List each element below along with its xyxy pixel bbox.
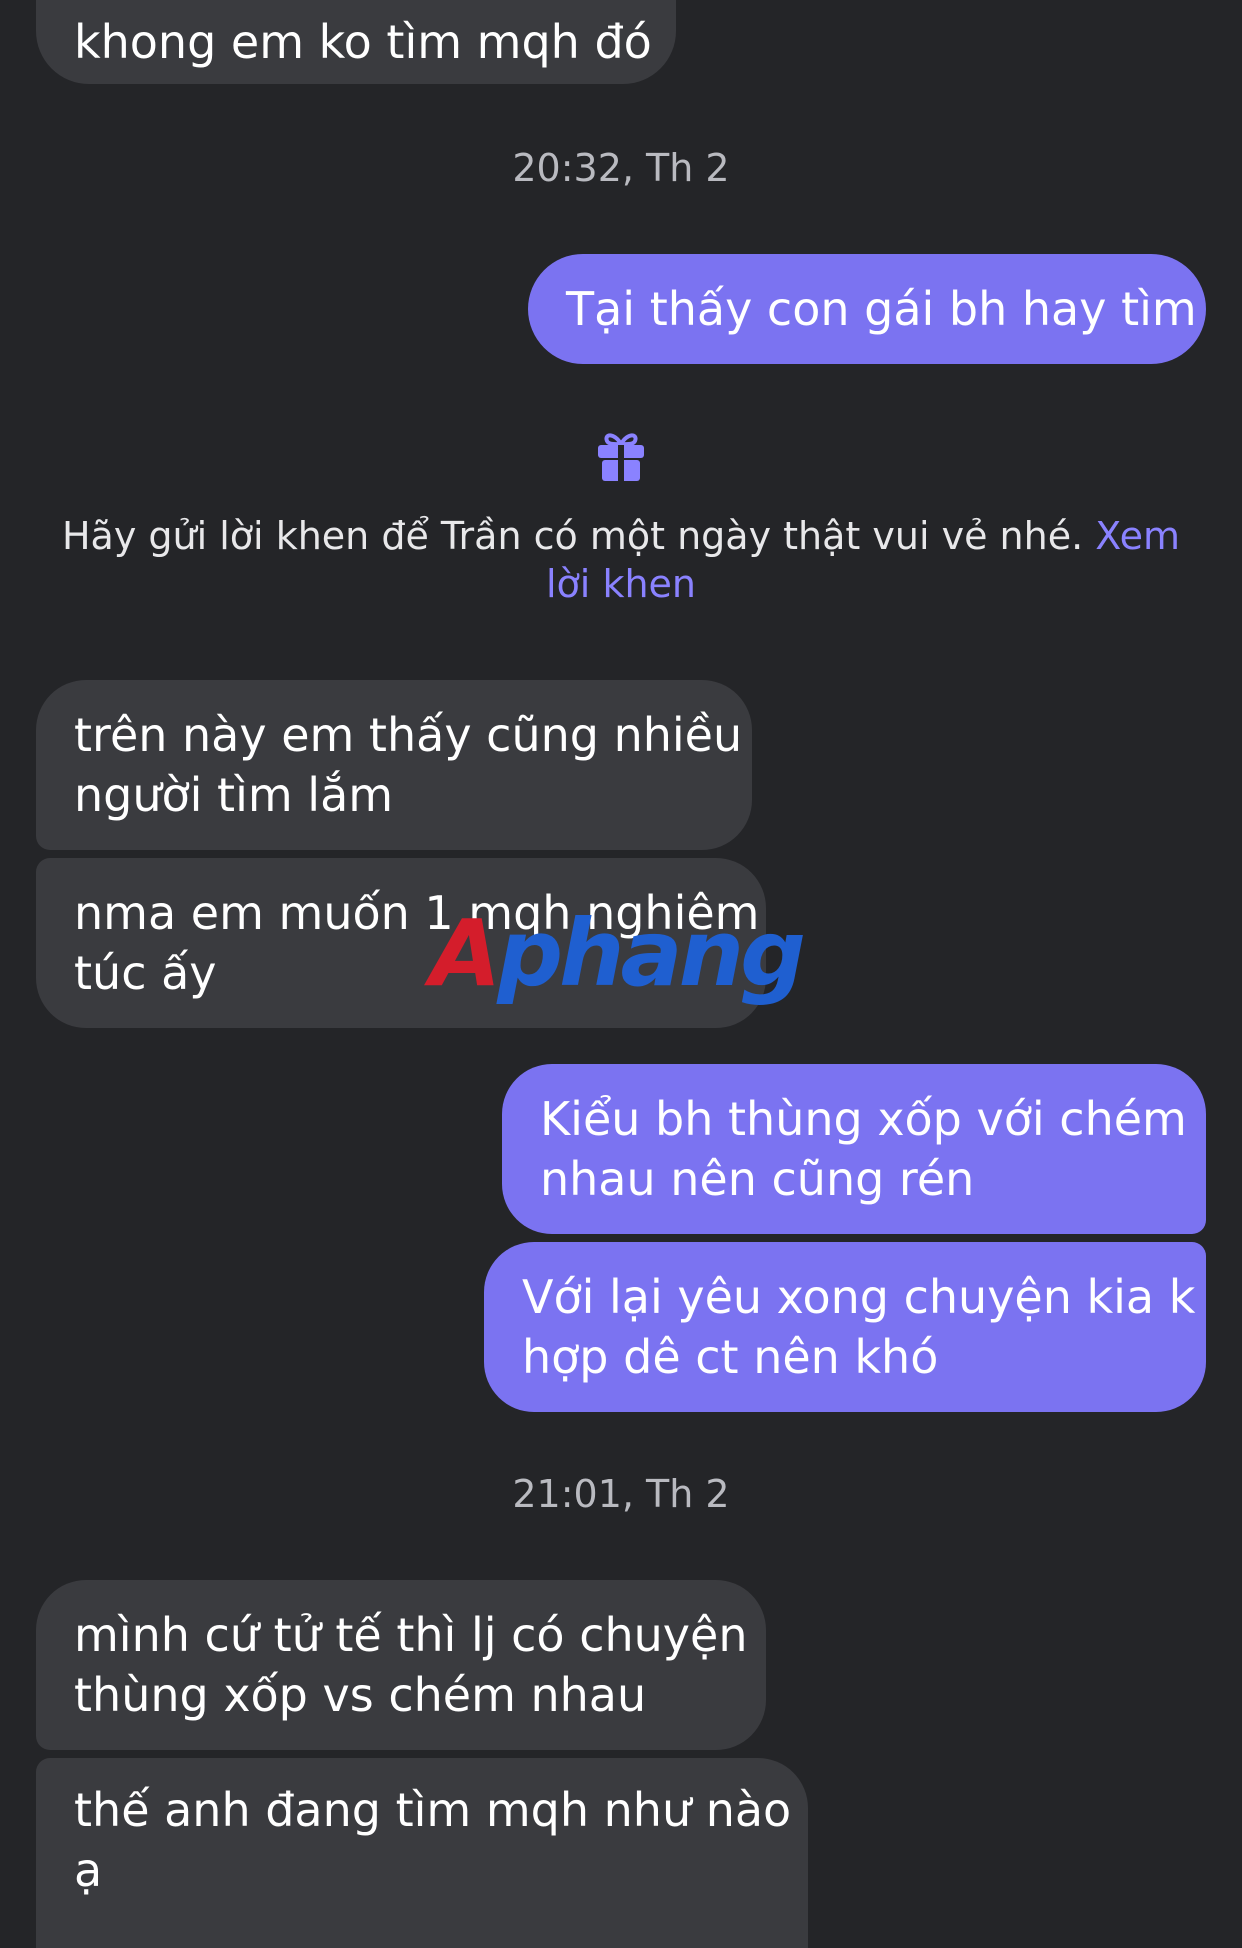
message-text: hợp dê ct nên khó — [522, 1330, 939, 1384]
message-text: Với lại yêu xong chuyện kia k — [522, 1270, 1196, 1324]
view-compliments-link[interactable]: Xem — [1095, 514, 1180, 558]
message-text: trên này em thấy cũng nhiều — [74, 708, 743, 762]
message-text: mình cứ tử tế thì lj có chuyện — [74, 1608, 748, 1662]
message-text: thế anh đang tìm mqh như nào — [74, 1783, 792, 1837]
message-text: Kiểu bh thùng xốp với chém — [540, 1092, 1187, 1146]
message-bubble-outgoing[interactable]: Tại thấy con gái bh hay tìm — [528, 254, 1206, 364]
message-text: người tìm lắm — [74, 768, 394, 822]
compliment-line-2: lời khen — [40, 560, 1202, 608]
message-text: ạ — [74, 1843, 103, 1897]
message-bubble-incoming[interactable]: trên này em thấy cũng nhiều người tìm lắ… — [36, 680, 752, 850]
watermark-logo: Aphang — [430, 900, 806, 1007]
message-timestamp: 21:01, Th 2 — [512, 1472, 730, 1516]
message-bubble-incoming[interactable]: khong em ko tìm mqh đó — [36, 0, 676, 84]
message-bubble-outgoing[interactable]: Kiểu bh thùng xốp với chém nhau nên cũng… — [502, 1064, 1206, 1234]
view-compliments-link-continued[interactable]: lời khen — [546, 562, 696, 606]
compliment-line-1: Hãy gửi lời khen để Trần có một ngày thậ… — [40, 512, 1202, 560]
message-bubble-incoming[interactable]: thế anh đang tìm mqh như nào ạ — [36, 1758, 808, 1948]
message-text: nhau nên cũng rén — [540, 1152, 975, 1206]
compliment-notice: Hãy gửi lời khen để Trần có một ngày thậ… — [40, 512, 1202, 608]
message-text: khong em ko tìm mqh đó — [74, 15, 652, 69]
compliment-text: Hãy gửi lời khen để Trần có một ngày thậ… — [61, 514, 1084, 558]
message-text: thùng xốp vs chém nhau — [74, 1668, 647, 1722]
message-bubble-outgoing[interactable]: Với lại yêu xong chuyện kia k hợp dê ct … — [484, 1242, 1206, 1412]
message-bubble-incoming[interactable]: mình cứ tử tế thì lj có chuyện thùng xốp… — [36, 1580, 766, 1750]
message-timestamp: 20:32, Th 2 — [512, 146, 730, 190]
gift-icon — [598, 433, 644, 481]
message-text: Tại thấy con gái bh hay tìm — [566, 282, 1197, 336]
